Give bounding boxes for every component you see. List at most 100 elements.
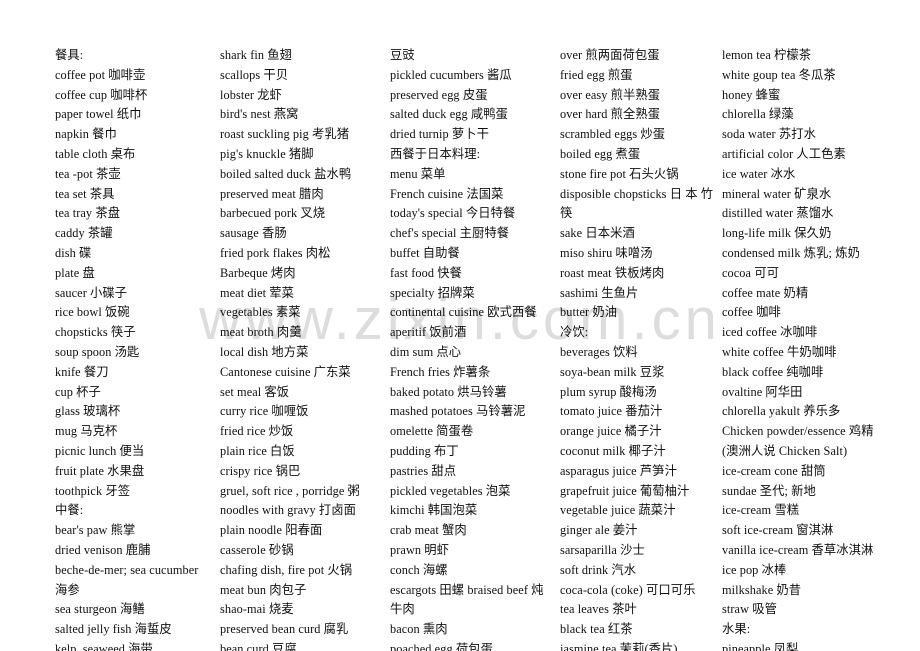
glossary-entry: glass 玻璃杯 bbox=[55, 404, 121, 419]
glossary-entry: over easy 煎半熟蛋 bbox=[560, 87, 661, 102]
glossary-entry: pickled cucumbers 酱瓜 bbox=[390, 67, 512, 82]
glossary-entry: tea set 茶具 bbox=[55, 186, 115, 201]
glossary-entry: artificial color 人工色素 bbox=[722, 146, 846, 161]
glossary-column-5: lemon tea 柠檬茶 white goup tea 冬瓜茶 honey 蜂蜜 c… bbox=[722, 46, 918, 651]
glossary-entry: mug 马克杯 bbox=[55, 424, 118, 439]
glossary-entry: lemon tea 柠檬茶 bbox=[722, 48, 812, 62]
glossary-entry: 豆豉 bbox=[390, 48, 415, 62]
glossary-entry: tea -pot 茶壶 bbox=[55, 166, 121, 181]
glossary-entry: chafing dish, fire pot 火锅 bbox=[220, 562, 353, 577]
glossary-entry: shao-mai 烧麦 bbox=[220, 602, 294, 617]
glossary-entry: vanilla ice-cream 香草冰淇淋 bbox=[722, 542, 874, 557]
glossary-entry: coffee 咖啡 bbox=[722, 305, 781, 320]
glossary-entry: vegetable juice 蔬菜汁 bbox=[560, 503, 676, 518]
glossary-entry: scallops 干贝 bbox=[220, 67, 289, 82]
glossary-entry: omelette 简蛋卷 bbox=[390, 424, 474, 439]
glossary-entry: kimchi 韩国泡菜 bbox=[390, 503, 478, 518]
glossary-entry: plum syrup 酸梅汤 bbox=[560, 384, 657, 399]
glossary-entry: straw 吸管 bbox=[722, 602, 777, 617]
glossary-entry: tomato juice 番茄汁 bbox=[560, 404, 663, 419]
glossary-entry: shark fin 鱼翅 bbox=[220, 48, 292, 62]
glossary-entry: over 煎两面荷包蛋 bbox=[560, 48, 660, 62]
glossary-entry: French fries 炸薯条 bbox=[390, 364, 491, 379]
glossary-columns: 餐具: coffee pot 咖啡壶 coffee cup 咖啡杯 paper tow… bbox=[0, 0, 920, 651]
glossary-entry: ice-cream 雪糕 bbox=[722, 503, 800, 518]
glossary-entry: iced coffee 冰咖啡 bbox=[722, 325, 818, 340]
glossary-entry: gruel, soft rice , porridge 粥 bbox=[220, 483, 360, 498]
glossary-entry: white coffee 牛奶咖啡 bbox=[722, 344, 837, 359]
glossary-entry: chopsticks 筷子 bbox=[55, 325, 136, 340]
glossary-entry: (澳洲人说 Chicken Salt) bbox=[722, 443, 848, 458]
glossary-entry: coffee pot 咖啡壶 bbox=[55, 67, 146, 82]
glossary-entry: soft ice-cream 窗淇淋 bbox=[722, 523, 834, 538]
glossary-entry: soya-bean milk 豆浆 bbox=[560, 364, 665, 379]
glossary-entry: fried egg 煎蛋 bbox=[560, 67, 633, 82]
glossary-entry: ovaltine 阿华田 bbox=[722, 384, 803, 399]
glossary-entry: coca-cola (coke) 可口可乐 bbox=[560, 582, 696, 597]
glossary-entry: dried venison 鹿脯 bbox=[55, 542, 151, 557]
glossary-entry: pudding 布丁 bbox=[390, 443, 459, 458]
glossary-entry: ice-cream cone 甜筒 bbox=[722, 463, 826, 478]
glossary-entry: soup spoon 汤匙 bbox=[55, 344, 140, 359]
glossary-entry: ice water 冰水 bbox=[722, 166, 796, 181]
glossary-entry: bean curd 豆腐 bbox=[220, 641, 297, 651]
glossary-entry: cup 杯子 bbox=[55, 384, 101, 399]
glossary-entry: Barbeque 烤肉 bbox=[220, 265, 296, 280]
glossary-entry: mashed potatoes 马铃薯泥 bbox=[390, 404, 526, 419]
glossary-entry: pastries 甜点 bbox=[390, 463, 457, 478]
glossary-column-2: shark fin 鱼翅 scallops 干贝 lobster 龙虾 bird's … bbox=[220, 46, 385, 651]
glossary-entry: plain noodle 阳春面 bbox=[220, 523, 323, 538]
glossary-entry: 冷饮: bbox=[560, 325, 589, 340]
glossary-column-4: over 煎两面荷包蛋 fried egg 煎蛋 over easy 煎半熟蛋 ove… bbox=[560, 46, 718, 651]
glossary-entry: continental cuisine 欧式西餐 bbox=[390, 305, 537, 320]
glossary-entry: dish 碟 bbox=[55, 245, 92, 260]
glossary-entry: casserole 砂锅 bbox=[220, 542, 294, 557]
glossary-entry: curry rice 咖喱饭 bbox=[220, 404, 309, 419]
glossary-entry: white goup tea 冬瓜茶 bbox=[722, 67, 836, 82]
glossary-entry: stone fire pot 石头火锅 bbox=[560, 166, 679, 181]
glossary-entry: bear's paw 熊掌 bbox=[55, 523, 136, 538]
glossary-entry: baked potato 烘马铃薯 bbox=[390, 384, 507, 399]
glossary-entry: rice bowl 饭碗 bbox=[55, 305, 130, 320]
glossary-entry: plate 盘 bbox=[55, 265, 95, 280]
glossary-entry: sundae 圣代; 新地 bbox=[722, 483, 816, 498]
glossary-entry: chlorella yakult 养乐多 bbox=[722, 404, 841, 419]
glossary-entry: today's special 今日特餐 bbox=[390, 206, 516, 221]
glossary-entry: jasmine tea 茉莉(香片) bbox=[560, 641, 678, 651]
glossary-entry: scrambled eggs 炒蛋 bbox=[560, 127, 666, 142]
glossary-entry: tea leaves 茶叶 bbox=[560, 602, 637, 617]
glossary-entry: distilled water 蒸馏水 bbox=[722, 206, 834, 221]
glossary-entry: buffet 自助餐 bbox=[390, 245, 460, 260]
glossary-entry: dim sum 点心 bbox=[390, 344, 462, 359]
glossary-entry: bacon 熏肉 bbox=[390, 622, 448, 637]
glossary-entry: beche-de-mer; sea cucumber bbox=[55, 562, 199, 577]
glossary-entry: cocoa 可可 bbox=[722, 265, 779, 280]
glossary-entry: coffee mate 奶精 bbox=[722, 285, 809, 300]
glossary-entry: poached egg 荷包蛋 bbox=[390, 641, 493, 651]
glossary-entry: milkshake 奶昔 bbox=[722, 582, 802, 597]
glossary-entry: fruit plate 水果盘 bbox=[55, 463, 145, 478]
glossary-entry: specialty 招牌菜 bbox=[390, 285, 475, 300]
glossary-entry: miso shiru 味噌汤 bbox=[560, 245, 653, 260]
glossary-entry: asparagus juice 芦笋汁 bbox=[560, 463, 677, 478]
glossary-entry: 餐具: bbox=[55, 48, 84, 62]
glossary-entry: fast food 快餐 bbox=[390, 265, 462, 280]
glossary-entry: caddy 茶罐 bbox=[55, 226, 113, 241]
glossary-entry: roast meat 铁板烤肉 bbox=[560, 265, 665, 280]
glossary-entry: sarsaparilla 沙士 bbox=[560, 542, 645, 557]
glossary-entry: chef's special 主厨特餐 bbox=[390, 226, 510, 241]
glossary-entry: plain rice 白饭 bbox=[220, 443, 295, 458]
glossary-entry: fried pork flakes 肉松 bbox=[220, 245, 331, 260]
glossary-entry: local dish 地方菜 bbox=[220, 344, 309, 359]
glossary-entry: preserved meat 腊肉 bbox=[220, 186, 324, 201]
glossary-entry: picnic lunch 便当 bbox=[55, 443, 145, 458]
glossary-entry: ginger ale 姜汁 bbox=[560, 523, 638, 538]
glossary-entry: escargots 田螺 braised beef 炖 bbox=[390, 582, 544, 597]
glossary-entry: 海参 bbox=[55, 582, 80, 597]
glossary-entry: over hard 煎全熟蛋 bbox=[560, 107, 661, 122]
glossary-entry: salted duck egg 咸鸭蛋 bbox=[390, 107, 508, 122]
glossary-entry: crispy rice 锅巴 bbox=[220, 463, 301, 478]
glossary-entry: grapefruit juice 葡萄柚汁 bbox=[560, 483, 690, 498]
glossary-entry: preserved bean curd 腐乳 bbox=[220, 622, 349, 637]
glossary-entry: meat bun 肉包子 bbox=[220, 582, 307, 597]
